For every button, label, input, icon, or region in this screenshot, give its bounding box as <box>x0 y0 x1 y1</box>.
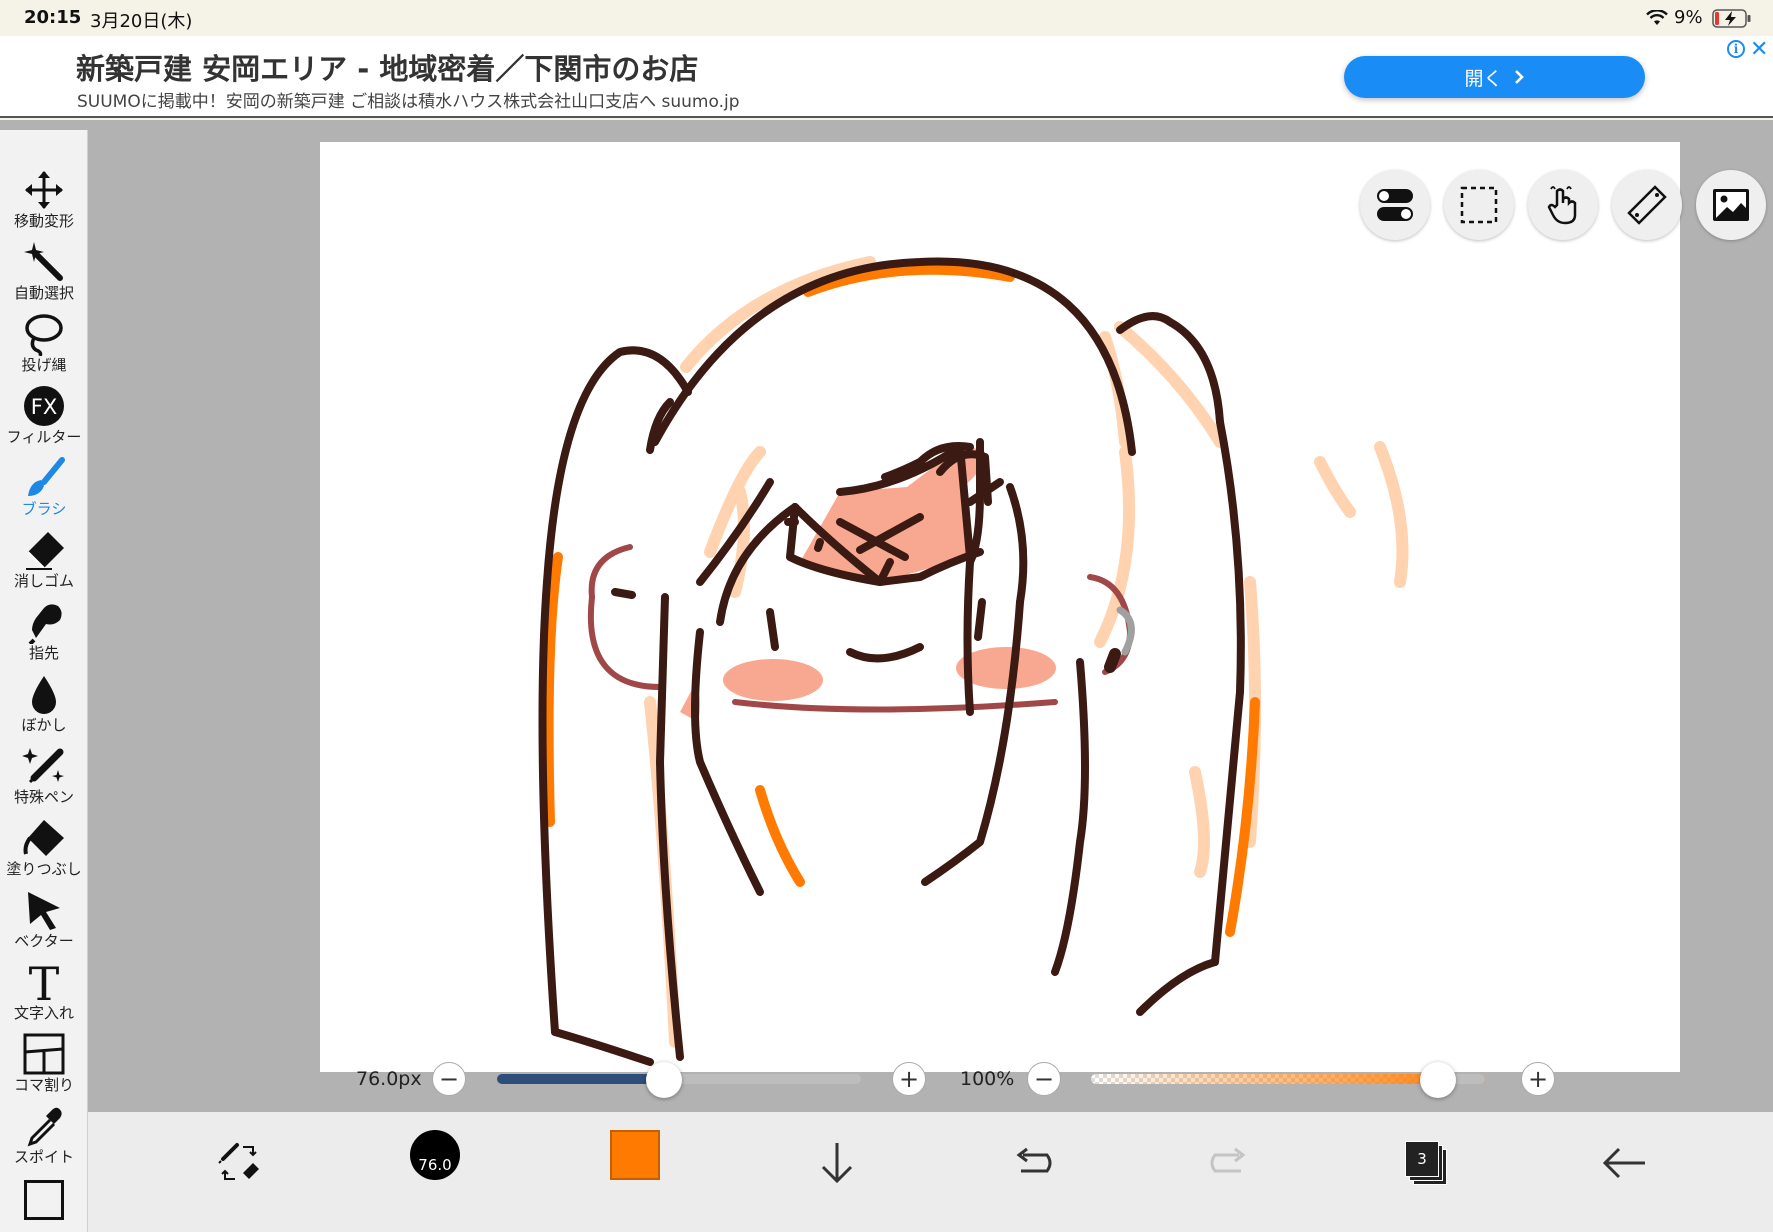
tool-move[interactable]: 移動変形 <box>0 168 87 240</box>
redo-button[interactable] <box>1196 1130 1262 1196</box>
tool-label: 特殊ペン <box>13 788 74 806</box>
panel-icon <box>23 1033 65 1075</box>
tool-brush[interactable]: ブラシ <box>0 456 87 528</box>
vector-cursor-icon <box>28 892 60 930</box>
finger-icon <box>28 604 62 644</box>
swap-pen-eraser-button[interactable] <box>206 1130 272 1196</box>
selection-button[interactable] <box>1444 170 1514 240</box>
layers-icon: 3 <box>1405 1141 1449 1185</box>
text-icon: T <box>29 960 60 1004</box>
touch-hand-icon <box>1547 186 1577 225</box>
tool-label: 消しゴム <box>13 572 74 590</box>
tool-label: ブラシ <box>21 500 67 518</box>
fx-icon: FX <box>24 386 64 426</box>
tool-special-pen[interactable]: 特殊ペン <box>0 744 87 816</box>
blur-drop-icon <box>32 676 56 714</box>
tool-label: 自動選択 <box>13 284 74 302</box>
tool-next-partial[interactable] <box>24 1180 64 1220</box>
ruler-icon <box>1627 185 1667 225</box>
lasso-icon <box>25 314 63 356</box>
tool-text[interactable]: T 文字入れ <box>0 960 87 1032</box>
tool-fill[interactable]: 塗りつぶし <box>0 816 87 888</box>
ad-open-button[interactable]: 開く <box>1344 56 1645 98</box>
opacity-minus-button[interactable]: − <box>1027 1062 1061 1096</box>
brush-size-minus-button[interactable]: − <box>432 1062 466 1096</box>
tool-finger[interactable]: 指先 <box>0 600 87 672</box>
ad-title[interactable]: 新築戸建 安岡エリア - 地域密着／下関市のお店 <box>76 46 698 88</box>
tool-eyedropper[interactable]: スポイト <box>0 1104 87 1176</box>
brush-size-plus-button[interactable]: + <box>892 1062 926 1096</box>
battery-percent: 9% <box>1674 7 1703 28</box>
arrow-down-icon <box>821 1143 853 1184</box>
undo-icon <box>1016 1147 1052 1173</box>
drawing-artwork <box>538 256 1409 1066</box>
back-button[interactable] <box>1592 1130 1658 1196</box>
ad-subtitle[interactable]: SUUMOに掲載中！安岡の新築戸建 ご相談は積水ハウス株式会社山口支店へ suu… <box>77 87 740 112</box>
image-icon <box>1713 189 1749 221</box>
redo-icon <box>1210 1147 1246 1173</box>
tool-eraser[interactable]: 消しゴム <box>0 528 87 600</box>
eraser-icon <box>26 532 64 570</box>
wifi-icon <box>1646 10 1668 25</box>
tool-panel-split[interactable]: コマ割り <box>0 1032 87 1104</box>
color-swatch-button[interactable] <box>610 1130 660 1180</box>
brush-size-indicator[interactable]: 76.0 <box>410 1130 460 1180</box>
toggle-settings-button[interactable] <box>1360 170 1430 240</box>
tool-label: コマ割り <box>13 1076 74 1094</box>
status-date: 3月20日(木) <box>90 11 193 32</box>
tool-vector[interactable]: ベクター <box>0 888 87 960</box>
pen-eraser-swap-icon <box>218 1143 259 1180</box>
tool-label: スポイト <box>13 1148 74 1166</box>
save-down-button[interactable] <box>804 1130 870 1196</box>
ad-info-icon[interactable]: i <box>1727 40 1745 58</box>
tool-label: 指先 <box>28 644 59 662</box>
move-icon <box>25 171 63 209</box>
layers-button[interactable]: 3 <box>1394 1130 1460 1196</box>
tool-label: 投げ縄 <box>21 356 67 374</box>
tool-label: 文字入れ <box>13 1004 74 1022</box>
chevron-right-icon <box>1514 70 1524 84</box>
tool-label: フィルター <box>6 428 82 446</box>
opacity-label: 100% <box>960 1068 1015 1090</box>
ruler-button[interactable] <box>1612 170 1682 240</box>
tool-label: 塗りつぶし <box>6 860 82 878</box>
tool-label: ぼかし <box>21 716 67 734</box>
ad-banner[interactable]: 新築戸建 安岡エリア - 地域密着／下関市のお店 SUUMOに掲載中！安岡の新築… <box>0 36 1773 118</box>
tool-blur[interactable]: ぼかし <box>0 672 87 744</box>
drawing-canvas[interactable] <box>320 142 1680 1072</box>
brush-icon <box>28 457 65 496</box>
battery-charging-icon <box>1712 9 1751 28</box>
tool-filter[interactable]: FX フィルター <box>0 384 87 456</box>
toggle-switch-icon <box>1377 189 1413 221</box>
bottom-toolbar: 76.0 3 <box>88 1112 1773 1232</box>
opacity-plus-button[interactable]: + <box>1521 1062 1555 1096</box>
text-glyph: T <box>29 960 60 1004</box>
tool-auto-select[interactable]: 自動選択 <box>0 240 87 312</box>
fill-bucket-icon <box>23 820 64 856</box>
eyedropper-icon <box>27 1107 62 1147</box>
ad-open-label: 開く <box>1464 67 1503 90</box>
status-time: 20:15 <box>24 7 82 28</box>
fx-glyph: FX <box>31 395 57 419</box>
tool-panel: 移動変形 自動選択 投げ縄 FX フィルター ブラシ 消しゴム 指先 ぼかし 特… <box>0 130 88 1232</box>
status-bar: 20:15 3月20日(木) 9% <box>0 0 1773 36</box>
undo-button[interactable] <box>1000 1130 1066 1196</box>
arrow-left-icon <box>1602 1147 1645 1179</box>
tool-lasso[interactable]: 投げ縄 <box>0 312 87 384</box>
marquee-select-icon <box>1460 186 1498 224</box>
reference-image-button[interactable] <box>1696 170 1766 240</box>
opacity-knob[interactable] <box>1419 1062 1456 1098</box>
magic-wand-icon <box>24 242 63 281</box>
special-pen-icon <box>22 748 64 784</box>
tool-label: ベクター <box>14 932 74 950</box>
ad-close-icon[interactable]: ✕ <box>1750 37 1768 62</box>
brush-size-label: 76.0px <box>356 1068 422 1090</box>
layer-count: 3 <box>1405 1141 1439 1177</box>
touch-gesture-button[interactable] <box>1528 170 1598 240</box>
tool-label: 移動変形 <box>13 212 74 230</box>
brush-size-fill <box>497 1074 665 1084</box>
